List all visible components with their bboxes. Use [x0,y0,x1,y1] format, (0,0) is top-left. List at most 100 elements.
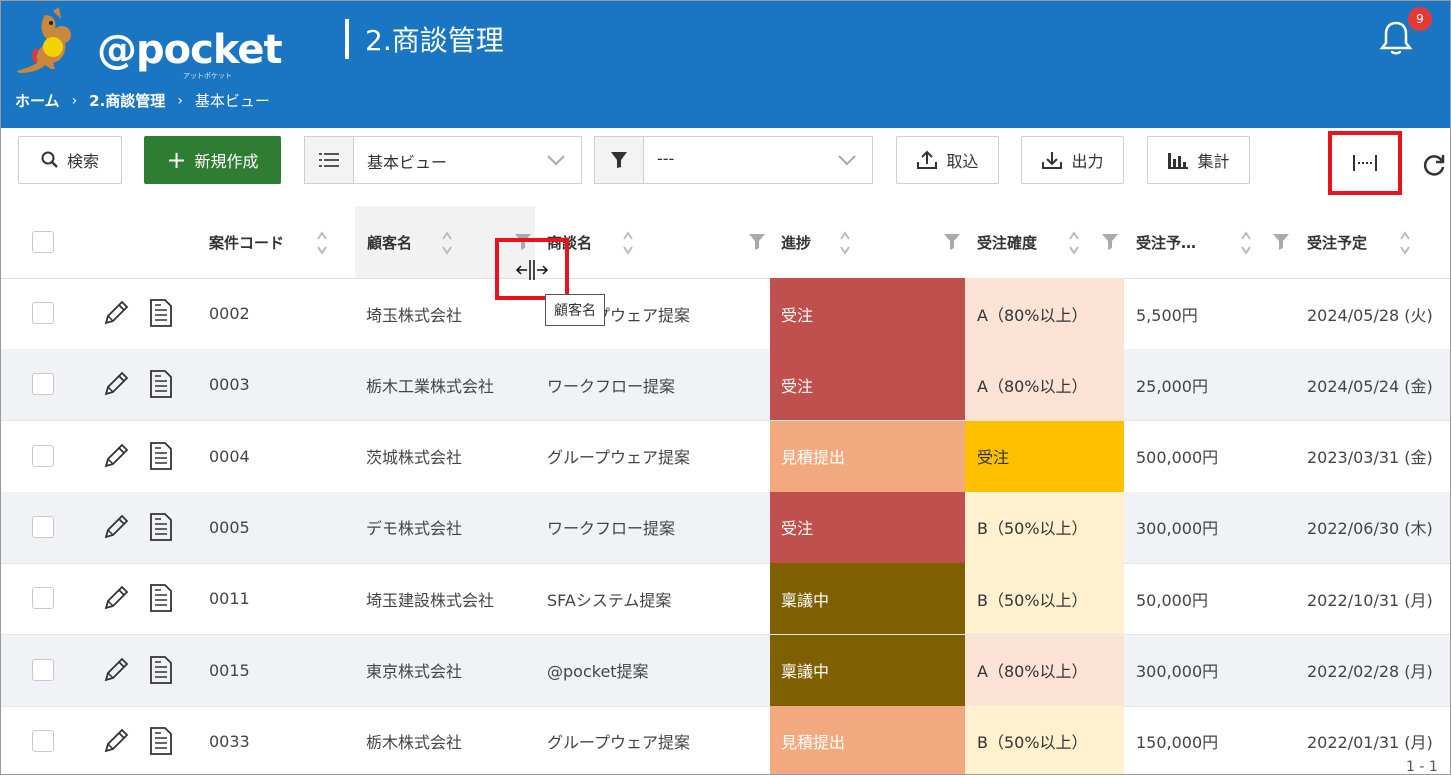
cell-code: 0015 [209,660,250,680]
cell-probability: 受注 [965,420,1124,492]
detail-document-icon[interactable] [149,369,173,403]
row-checkbox[interactable] [32,444,54,467]
app-logo[interactable]: @pocket アットポケット [15,5,283,80]
row-checkbox[interactable] [32,658,54,681]
detail-document-icon[interactable] [149,655,173,689]
cell-deal-name[interactable]: SFAシステム提案 [547,563,762,634]
column-header-status[interactable]: 進捗 [781,206,941,278]
edit-pencil-icon[interactable] [101,655,131,689]
import-label: 取込 [946,152,979,171]
cell-deal-name[interactable]: ワークフロー提案 [547,492,762,563]
column-header-code[interactable]: 案件コード [209,206,349,278]
cell-status: 稟議中 [770,634,965,706]
row-checkbox[interactable] [32,515,54,538]
cell-customer: デモ株式会社 [366,519,463,539]
new-record-label: 新規作成 [194,152,259,171]
detail-document-icon[interactable] [149,583,173,617]
detail-document-icon[interactable] [149,298,173,332]
aggregate-button[interactable]: 集計 [1147,136,1250,184]
view-select[interactable]: 基本ビュー [304,136,582,184]
cell-date: 2022/06/30 (木) [1307,519,1433,539]
app-header: @pocket アットポケット 2.商談管理 ホーム › 2.商談管理 › 基本… [1,1,1450,128]
sort-icon[interactable] [622,230,634,256]
cell-code: 0003 [209,375,250,395]
row-checkbox[interactable] [32,373,54,396]
column-header-date[interactable]: 受注予定 [1307,206,1407,278]
detail-document-icon[interactable] [149,512,173,546]
logo-subtext: アットポケット [183,72,232,80]
kangaroo-logo-icon [17,7,72,73]
table-row[interactable]: 0015 東京株式会社 @pocket提案 稟議中 A（80%以上） 300,000円 20… [1,634,1450,707]
title-divider [345,19,349,59]
edit-pencil-icon[interactable] [101,441,131,475]
edit-pencil-icon[interactable] [101,583,131,617]
filter-select[interactable]: --- [594,136,873,184]
table-row[interactable]: 0003 栃木工業株式会社 ワークフロー提案 受注 A（80%以上） 25,000円 202… [1,349,1450,422]
new-record-button[interactable]: + 新規作成 [144,136,281,184]
cell-amount: 5,500円 [1136,305,1198,325]
edit-pencil-icon[interactable] [101,369,131,403]
refresh-icon[interactable] [1421,152,1449,180]
sort-icon[interactable] [441,230,453,256]
column-tooltip: 顧客名 [545,294,605,326]
cell-customer: 栃木工業株式会社 [366,376,495,396]
toolbar: 検索 + 新規作成 基本ビュー --- 取込 出力 集計 [1,128,1450,195]
cell-deal-name[interactable]: グループウェア提案 [547,706,762,774]
sort-icon[interactable] [1399,230,1411,256]
sort-icon[interactable] [1068,230,1080,256]
table-row[interactable]: 0033 栃木株式会社 グループウェア提案 見積提出 B（50%以上） 150,000円 2… [1,705,1450,774]
sort-icon[interactable] [316,230,328,256]
cell-date: 2022/10/31 (月) [1307,590,1433,610]
filter-select-value: --- [657,149,675,168]
cell-status: 見積提出 [770,420,965,492]
table-row[interactable]: 0004 茨城株式会社 グループウェア提案 見積提出 受注 500,000円 2023/03… [1,420,1450,493]
breadcrumb-separator-icon: › [71,92,78,109]
export-button[interactable]: 出力 [1021,136,1124,184]
column-header-amount[interactable]: 受注予… [1136,206,1236,278]
breadcrumb-current: 基本ビュー [194,92,270,110]
cell-customer: 茨城株式会社 [366,448,463,468]
table-row[interactable]: 0011 埼玉建設株式会社 SFAシステム提案 稟議中 B（50%以上） 50,000円 2… [1,563,1450,636]
cell-deal-name[interactable]: @pocket提案 [547,635,762,706]
edit-pencil-icon[interactable] [101,298,131,332]
column-header-label: 受注予… [1136,233,1197,252]
breadcrumb-separator-icon: › [177,92,183,109]
breadcrumb: ホーム › 2.商談管理 › 基本ビュー [15,90,270,111]
column-filter-icon[interactable] [944,234,960,250]
plus-icon: + [166,146,187,174]
cell-date: 2022/02/28 (月) [1307,662,1433,681]
cell-status: 見積提出 [770,705,965,774]
column-filter-icon[interactable] [1102,234,1118,250]
row-checkbox[interactable] [32,302,54,324]
cell-code: 0004 [209,446,250,466]
column-header-deal[interactable]: 商談名 [547,206,747,278]
cell-probability: A（80%以上） [965,634,1124,706]
import-button[interactable]: 取込 [896,136,999,184]
sort-icon[interactable] [1240,230,1252,256]
cell-amount: 25,000円 [1136,376,1208,396]
table-row[interactable]: 0002 埼玉株式会社 グループウェア提案 受注 A（80%以上） 5,500円 2024/… [1,278,1450,350]
cell-code: 0002 [209,304,250,323]
column-filter-icon[interactable] [749,234,765,250]
column-filter-icon[interactable] [1273,234,1289,250]
sort-icon[interactable] [839,230,851,256]
edit-pencil-icon[interactable] [101,726,131,760]
row-checkbox[interactable] [32,729,54,752]
cell-deal-name[interactable]: ワークフロー提案 [547,349,762,420]
cell-deal-name[interactable]: グループウェア提案 [547,421,762,492]
edit-pencil-icon[interactable] [101,512,131,546]
cell-probability: B（50%以上） [965,491,1124,563]
detail-document-icon[interactable] [149,441,173,475]
download-icon [1041,150,1063,170]
search-button[interactable]: 検索 [18,136,122,184]
row-checkbox[interactable] [32,587,54,610]
select-all-checkbox[interactable] [32,231,54,253]
breadcrumb-home[interactable]: ホーム [15,90,60,111]
cell-customer: 東京株式会社 [366,662,463,681]
detail-document-icon[interactable] [149,726,173,760]
table-row[interactable]: 0005 デモ株式会社 ワークフロー提案 受注 B（50%以上） 300,000円 2022… [1,491,1450,564]
view-select-value: 基本ビュー [367,153,448,172]
cell-status: 受注 [770,349,965,421]
cell-probability: B（50%以上） [965,563,1124,635]
breadcrumb-module[interactable]: 2.商談管理 [89,90,165,111]
